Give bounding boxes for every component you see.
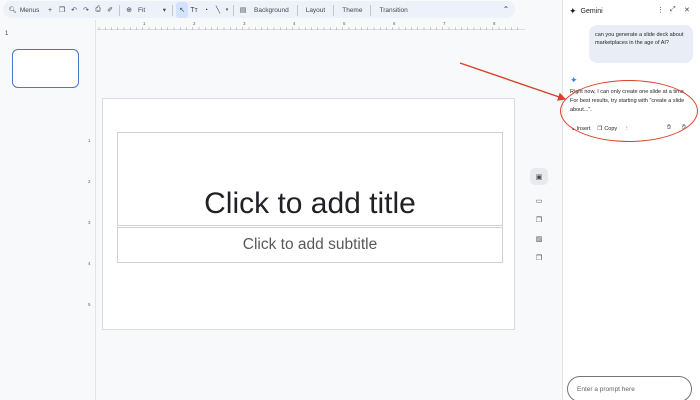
user-message: can you generate a slide deck about mark… — [589, 25, 693, 63]
shape-icon[interactable]: ◔ — [200, 2, 212, 18]
search-icon: 🔍︎ — [8, 7, 17, 14]
keep-icon[interactable]: ▭ — [530, 192, 548, 209]
redo-icon[interactable]: ↷ — [80, 2, 92, 18]
close-icon[interactable]: ✕ — [684, 6, 690, 14]
gemini-title: Gemini — [580, 7, 603, 15]
toolbar-divider — [233, 4, 234, 16]
line-icon[interactable]: ╲ — [212, 2, 224, 18]
ruler-label: 4 — [88, 261, 91, 266]
filmstrip: 1 — [0, 20, 95, 400]
slide-canvas[interactable]: Click to add title Click to add subtitle — [102, 98, 515, 330]
ruler-label: 2 — [193, 21, 196, 26]
toolbar-divider — [333, 4, 335, 16]
expand-icon[interactable]: ⤢ — [670, 6, 676, 14]
print-icon[interactable]: ⎙ — [92, 2, 104, 18]
chevron-down-icon: ▾ — [162, 7, 166, 14]
paint-format-icon[interactable]: ✐ — [104, 2, 116, 18]
subtitle-placeholder-text: Click to add subtitle — [242, 236, 378, 253]
subtitle-placeholder[interactable]: Click to add subtitle — [117, 227, 503, 263]
toolbar-divider — [370, 4, 372, 16]
filmstrip-divider — [95, 20, 96, 400]
ruler-label: 7 — [443, 21, 446, 26]
layout-button[interactable]: Layout — [301, 2, 331, 18]
slide-number: 1 — [5, 31, 9, 37]
line-dropdown-icon[interactable]: ▾ — [224, 2, 230, 18]
comment-icon[interactable]: ▤ — [237, 2, 249, 18]
ruler-label: 3 — [243, 21, 246, 26]
add-icon[interactable]: + — [44, 2, 56, 18]
ruler-ticks — [98, 27, 518, 30]
toolbar-divider — [119, 4, 120, 16]
undo-icon[interactable]: ↶ — [68, 2, 80, 18]
gemini-spark-icon: ✦ — [569, 5, 577, 16]
gemini-panel: ✦ Gemini ⋮ ⤢ ✕ can you generate a slide … — [562, 0, 700, 400]
toolbar-divider — [172, 4, 173, 16]
background-button[interactable]: Background — [249, 2, 294, 18]
slides-editor: 🔍︎ Menus + ❐ ↶ ↷ ⎙ ✐ ⊕ Fit ▾ ↖ Tт ◔ ╲ ▾ … — [0, 0, 700, 400]
ruler-label: 4 — [293, 21, 296, 26]
prompt-input[interactable] — [567, 376, 692, 400]
speaker-notes-icon[interactable]: ▣ — [530, 168, 548, 185]
toolbar: 🔍︎ Menus + ❐ ↶ ↷ ⎙ ✐ ⊕ Fit ▾ ↖ Tт ◔ ╲ ▾ … — [0, 0, 518, 20]
horizontal-ruler[interactable]: 1 2 3 4 5 6 7 8 — [97, 20, 525, 30]
chevron-up-icon[interactable]: ⌃ — [500, 3, 512, 15]
menus-button[interactable]: 🔍︎ Menus — [4, 2, 44, 18]
folder-icon[interactable]: ❐ — [530, 249, 548, 266]
toolbar-divider — [296, 4, 298, 16]
select-cursor-icon[interactable]: ↖ — [176, 2, 188, 18]
ruler-label: 8 — [493, 21, 496, 26]
ruler-label: 6 — [393, 21, 396, 26]
slides-icon[interactable]: ❐ — [530, 211, 548, 228]
menus-label: Menus — [19, 6, 40, 14]
image-icon[interactable]: ▨ — [530, 230, 548, 247]
slide-thumbnail[interactable] — [12, 49, 79, 88]
zoom-select[interactable]: Fit ▾ — [135, 2, 169, 18]
zoom-icon[interactable]: ⊕ — [123, 2, 135, 18]
annotation-arrow — [459, 62, 567, 101]
title-placeholder[interactable]: Click to add title — [117, 132, 503, 226]
ruler-label: 2 — [88, 179, 91, 184]
new-slide-icon[interactable]: ❐ — [56, 2, 68, 18]
zoom-value: Fit — [138, 6, 146, 14]
text-box-icon[interactable]: Tт — [188, 2, 200, 18]
annotation-ellipse — [560, 80, 698, 142]
gemini-header: ✦ Gemini — [563, 0, 700, 22]
ruler-label: 5 — [88, 302, 91, 307]
transition-button[interactable]: Transition — [374, 2, 412, 18]
ruler-label: 3 — [88, 220, 91, 225]
ruler-label: 1 — [143, 21, 146, 26]
more-options-icon[interactable]: ⋮ — [657, 6, 664, 14]
vertical-ruler[interactable]: 1 2 3 4 5 — [87, 95, 95, 335]
theme-button[interactable]: Theme — [337, 2, 367, 18]
ruler-label: 5 — [343, 21, 346, 26]
ruler-label: 1 — [88, 138, 91, 143]
title-placeholder-text: Click to add title — [204, 187, 416, 220]
